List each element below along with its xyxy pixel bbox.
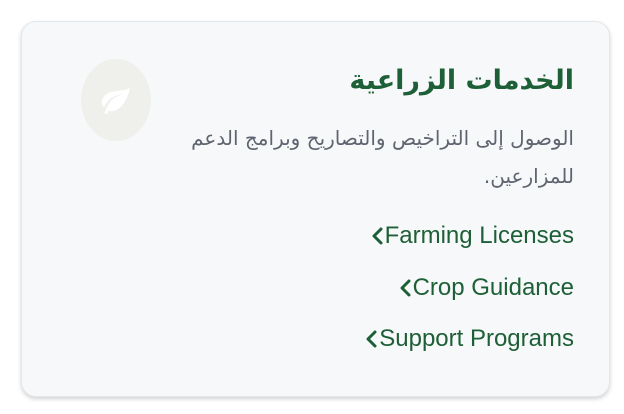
card-description: الوصول إلى التراخيص والتصاريح وبرامج الد… xyxy=(191,126,574,188)
link-label: Farming Licenses xyxy=(384,222,574,249)
chevron-left-icon xyxy=(370,226,384,246)
link-crop-guidance[interactable]: Crop Guidance xyxy=(364,271,574,305)
link-support-programs[interactable]: Support Programs xyxy=(364,322,574,356)
link-farming-licenses[interactable]: Farming Licenses xyxy=(364,219,574,253)
chevron-left-icon xyxy=(364,329,378,349)
leaf-icon xyxy=(101,87,131,115)
chevron-left-icon xyxy=(398,278,412,298)
card-title: الخدمات الزراعية xyxy=(349,65,574,96)
leaf-icon-badge xyxy=(81,59,151,141)
service-links: Farming Licenses Crop Guidance Support P… xyxy=(364,219,574,374)
agricultural-services-card: الخدمات الزراعية الوصول إلى التراخيص وال… xyxy=(21,21,610,397)
link-label: Support Programs xyxy=(379,325,574,352)
link-label: Crop Guidance xyxy=(412,273,574,301)
